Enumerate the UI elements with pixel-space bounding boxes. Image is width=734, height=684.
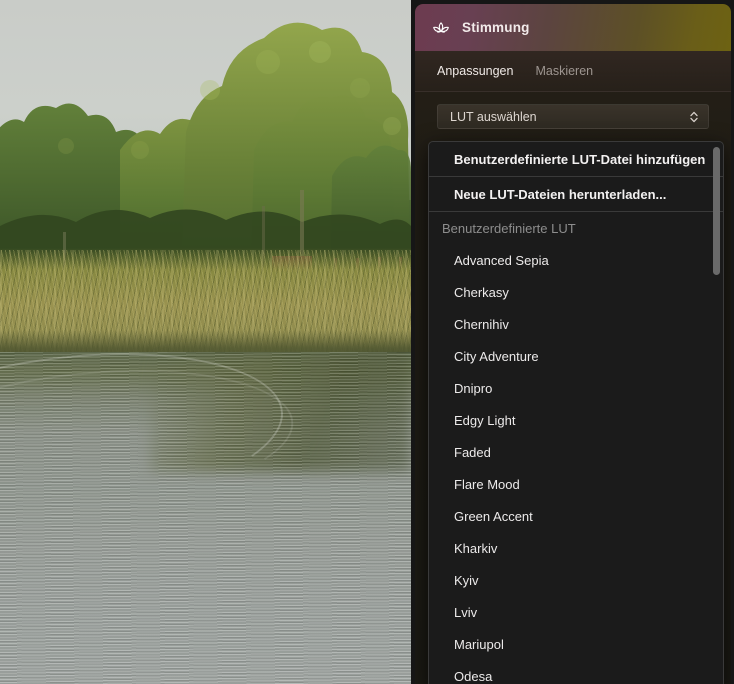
dropdown-scrollbar-thumb[interactable]	[713, 147, 720, 275]
list-item[interactable]: City Adventure	[429, 340, 723, 372]
list-item[interactable]: Lviv	[429, 596, 723, 628]
list-item[interactable]: Edgy Light	[429, 404, 723, 436]
list-item[interactable]: Advanced Sepia	[429, 244, 723, 276]
tab-anpassungen[interactable]: Anpassungen	[437, 64, 513, 78]
tab-maskieren[interactable]: Maskieren	[535, 64, 593, 78]
list-item[interactable]: Dnipro	[429, 372, 723, 404]
list-item[interactable]: Kharkiv	[429, 532, 723, 564]
list-item[interactable]: Cherkasy	[429, 276, 723, 308]
mood-panel: Stimmung Anpassungen Maskieren LUT auswä…	[415, 4, 731, 684]
dropdown-group-label: Benutzerdefinierte LUT	[442, 220, 576, 236]
list-item[interactable]: Green Accent	[429, 500, 723, 532]
list-item[interactable]: Flare Mood	[429, 468, 723, 500]
chevron-updown-icon	[688, 109, 700, 125]
dropdown-action-download-luts[interactable]: Neue LUT-Dateien herunterladen...	[429, 177, 723, 211]
lotus-icon	[432, 19, 450, 37]
panel-header: Stimmung	[415, 4, 731, 51]
lut-select-label: LUT auswählen	[450, 109, 537, 124]
app-root: Stimmung Anpassungen Maskieren LUT auswä…	[0, 0, 734, 684]
lut-select-row: LUT auswählen	[415, 92, 731, 129]
panel-tabbar: Anpassungen Maskieren	[415, 51, 731, 92]
list-item[interactable]: Mariupol	[429, 628, 723, 660]
list-item[interactable]: Chernihiv	[429, 308, 723, 340]
panel-title: Stimmung	[462, 20, 530, 35]
list-item[interactable]: Faded	[429, 436, 723, 468]
photo-preview[interactable]	[0, 0, 411, 684]
lut-dropdown-list: Benutzerdefinierte LUT-Datei hinzufügen …	[429, 142, 723, 684]
list-item[interactable]: Odesa	[429, 660, 723, 684]
dropdown-action-add-custom-lut[interactable]: Benutzerdefinierte LUT-Datei hinzufügen	[429, 142, 723, 176]
dropdown-scrollbar[interactable]	[712, 145, 720, 684]
lut-dropdown[interactable]: Benutzerdefinierte LUT-Datei hinzufügen …	[428, 141, 724, 684]
list-item[interactable]: Kyiv	[429, 564, 723, 596]
lut-select[interactable]: LUT auswählen	[437, 104, 709, 129]
